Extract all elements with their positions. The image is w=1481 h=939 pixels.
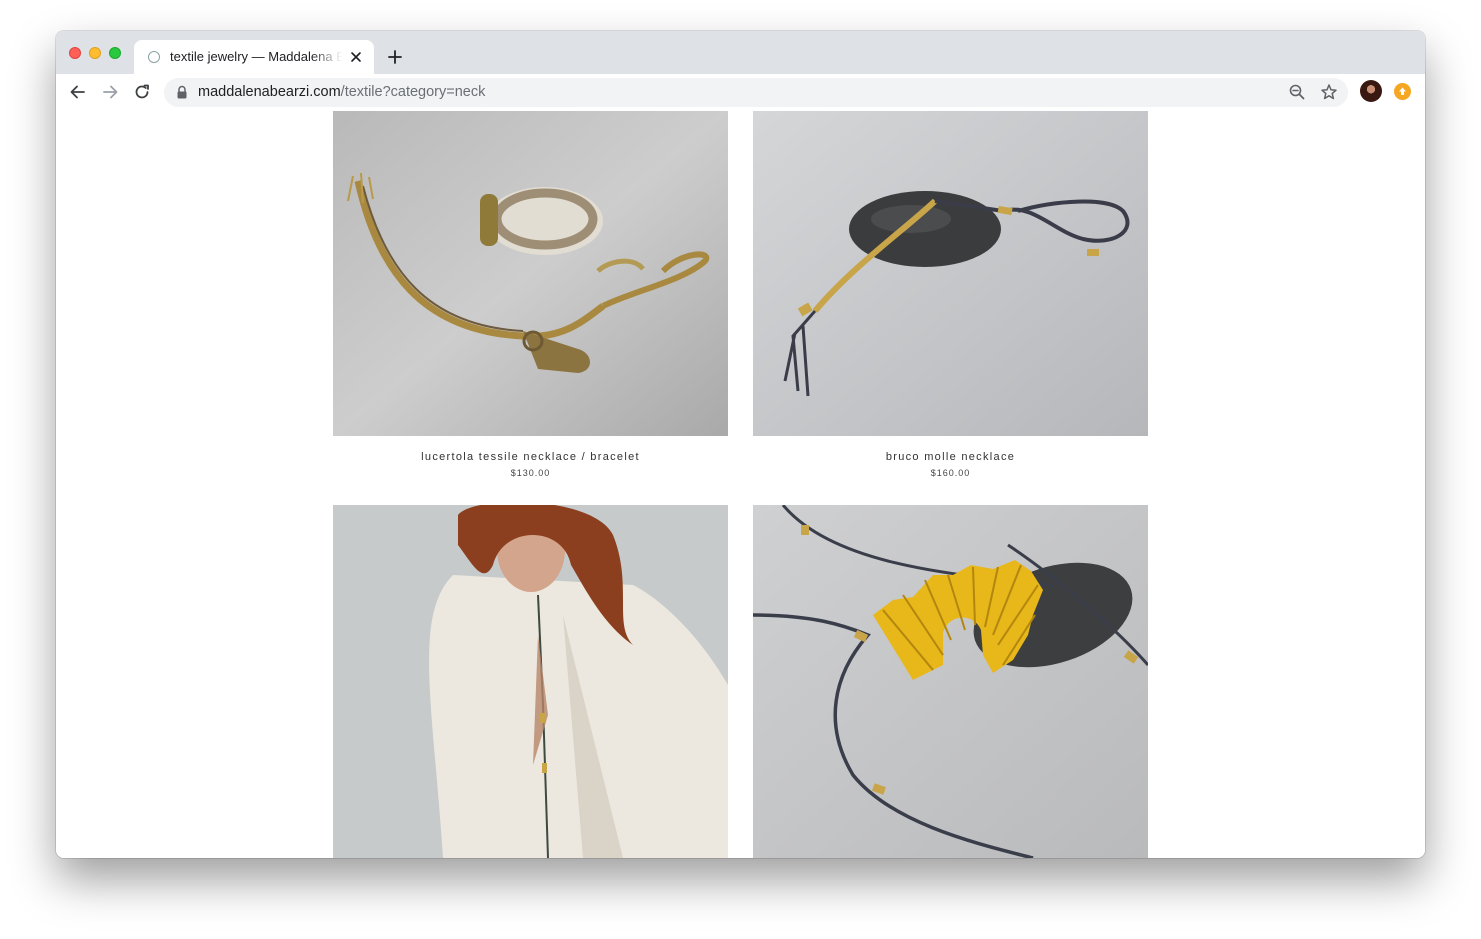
product-image[interactable] [753,111,1148,436]
url-text[interactable]: maddalenabearzi.com/textile?category=nec… [198,84,485,100]
url-host: maddalenabearzi.com [198,84,341,100]
tab-strip: textile jewelry — Maddalena Bearzi [56,31,1425,74]
zoom-out-icon[interactable] [1288,83,1306,101]
product-image[interactable] [753,505,1148,858]
forward-arrow-icon[interactable] [100,82,120,102]
bookmark-star-icon[interactable] [1320,83,1338,101]
tab-title: textile jewelry — Maddalena Bearzi [170,49,342,64]
close-window-button[interactable] [69,47,81,59]
globe-icon [148,51,160,63]
reload-icon[interactable] [132,82,152,102]
back-arrow-icon[interactable] [68,82,88,102]
new-tab-icon[interactable] [386,48,404,66]
product-title[interactable]: bruco molle necklace [753,451,1148,463]
active-tab[interactable]: textile jewelry — Maddalena Bearzi [134,40,374,74]
product-price: $160.00 [930,468,971,478]
product-price: $130.00 [510,468,551,478]
extension-icon[interactable] [1394,83,1411,100]
product-image[interactable] [333,505,728,858]
browser-toolbar: maddalenabearzi.com/textile?category=nec… [56,74,1425,112]
address-bar[interactable]: maddalenabearzi.com/textile?category=nec… [164,78,1348,107]
maximize-window-button[interactable] [109,47,121,59]
product-image[interactable] [333,111,728,436]
page-viewport: lucertola tessile necklace / bracelet $1… [56,111,1425,858]
url-path: /textile?category=neck [340,84,486,100]
close-tab-icon[interactable] [348,49,364,65]
browser-window: textile jewelry — Maddalena Bearzi m [56,31,1425,858]
minimize-window-button[interactable] [89,47,101,59]
product-title[interactable]: lucertola tessile necklace / bracelet [333,451,728,463]
lock-icon[interactable] [176,85,188,100]
profile-avatar[interactable] [1360,80,1382,102]
